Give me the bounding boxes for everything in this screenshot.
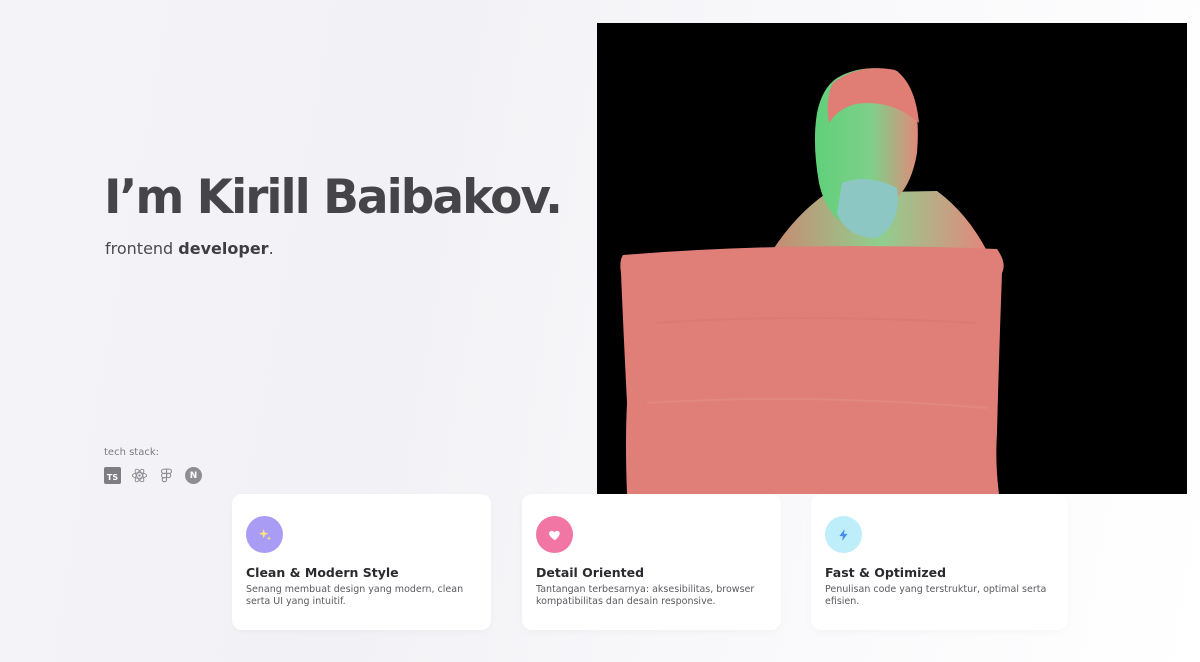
feature-card-clean-modern: Clean & Modern Style Senang membuat desi… (232, 494, 491, 630)
feature-description: Penulisan code yang terstruktur, optimal… (825, 584, 1047, 607)
feature-description: Tantangan terbesarnya: aksesibilitas, br… (536, 584, 755, 607)
feature-title: Fast & Optimized (825, 565, 947, 580)
feature-title: Detail Oriented (536, 565, 645, 580)
nextjs-icon[interactable]: N (185, 467, 202, 484)
role-suffix: . (268, 239, 274, 258)
heart-icon (536, 516, 573, 553)
react-icon[interactable] (131, 467, 148, 484)
sparkles-icon (246, 516, 283, 553)
tech-stack-icons: TS N (104, 467, 202, 484)
figma-icon[interactable] (158, 467, 175, 484)
portrait-image (597, 23, 1187, 494)
feature-cards: Clean & Modern Style Senang membuat desi… (232, 494, 1068, 630)
role-bold: developer (178, 239, 269, 258)
lightning-icon (825, 516, 862, 553)
feature-description: Senang membuat design yang modern, clean… (246, 584, 464, 607)
feature-card-fast-optimized: Fast & Optimized Penulisan code yang ter… (811, 494, 1068, 630)
tech-stack-label: tech stack: (104, 447, 160, 458)
typescript-icon[interactable]: TS (104, 467, 121, 484)
hero-name: I’m Kirill Baibakov. (104, 170, 563, 225)
feature-card-detail-oriented: Detail Oriented Tantangan terbesarnya: a… (522, 494, 781, 630)
hero-role: frontend developer. (105, 239, 274, 258)
feature-title: Clean & Modern Style (246, 565, 399, 580)
role-prefix: frontend (105, 239, 179, 258)
